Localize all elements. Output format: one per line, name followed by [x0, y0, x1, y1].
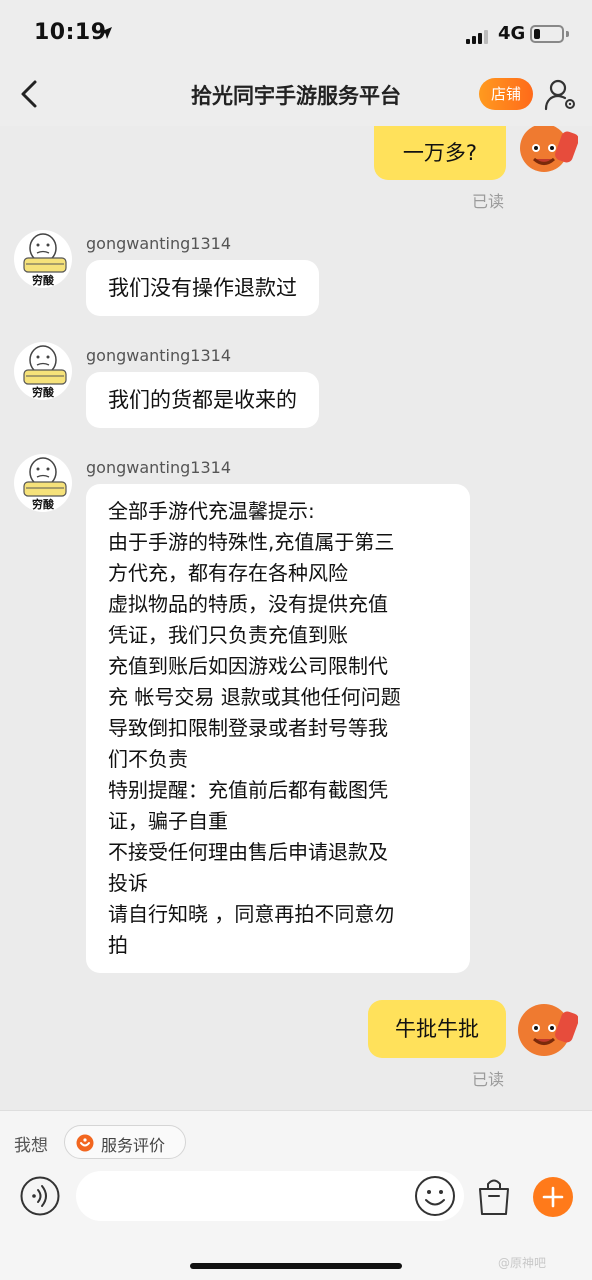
sender-name: gongwanting1314 — [86, 346, 232, 365]
notice-line: 特别提醒：充值前后都有截图凭 — [108, 778, 388, 802]
plus-icon — [542, 1186, 564, 1208]
notice-line: 不接受任何理由售后申请退款及 — [108, 840, 388, 864]
more-actions-button[interactable] — [533, 1177, 573, 1217]
back-icon[interactable] — [12, 76, 48, 112]
my-avatar[interactable] — [514, 126, 578, 186]
notice-line: 全部手游代充温馨提示: — [108, 499, 315, 523]
avatar-caption: 穷酸 — [32, 274, 54, 287]
location-arrow-icon — [100, 27, 112, 39]
message-row-incoming: 穷酸 gongwanting1314 全部手游代充温馨提示: 由于手游的特殊性,… — [0, 454, 592, 974]
incoming-notice-bubble[interactable]: 全部手游代充温馨提示: 由于手游的特殊性,充值属于第三 方代充，都有存在各种风险… — [86, 484, 470, 973]
battery-icon — [530, 25, 564, 43]
input-toolbar: 我想 服务评价 @原神吧 — [0, 1110, 592, 1280]
message-row-incoming: 穷酸 gongwanting1314 我们的货都是收来的 — [0, 342, 592, 442]
notice-line: 拍 — [108, 933, 128, 957]
sender-name: gongwanting1314 — [86, 458, 232, 477]
sender-name: gongwanting1314 — [86, 234, 232, 253]
nav-bar: 拾光同宇手游服务平台 店铺 — [0, 64, 592, 126]
sender-avatar[interactable]: 穷酸 — [14, 454, 72, 512]
notice-line: 们不负责 — [108, 747, 188, 771]
service-review-label: 服务评价 — [101, 1136, 166, 1155]
notice-line: 由于手游的特殊性,充值属于第三 — [108, 530, 395, 554]
message-row-incoming: 穷酸 gongwanting1314 我们没有操作退款过 — [0, 230, 592, 330]
sender-avatar[interactable]: 穷酸 — [14, 342, 72, 400]
cellular-signal-icon — [466, 28, 492, 44]
notice-line: 请自行知晓 ，同意再拍不同意勿 — [108, 902, 395, 926]
service-review-chip[interactable]: 服务评价 — [64, 1125, 186, 1159]
message-row-outgoing: 牛批牛批 已读 — [0, 1000, 592, 1100]
service-review-icon — [76, 1134, 94, 1152]
outgoing-bubble[interactable]: 一万多? — [374, 126, 506, 180]
quick-action-label: 我想 — [14, 1136, 48, 1156]
notice-line: 充 帐号交易 退款或其他任何问题 — [108, 685, 401, 709]
status-time: 10:19 — [34, 20, 107, 45]
sender-avatar[interactable]: 穷酸 — [14, 230, 72, 288]
notice-line: 虚拟物品的特质，没有提供充值 — [108, 592, 388, 616]
message-row-outgoing: 一万多? 已读 — [0, 126, 592, 216]
message-input[interactable] — [76, 1171, 464, 1221]
incoming-bubble[interactable]: 我们的货都是收来的 — [86, 372, 319, 428]
notice-line: 方代充，都有存在各种风险 — [108, 561, 348, 585]
read-status: 已读 — [472, 1070, 505, 1089]
status-bar: 10:19 4G — [0, 0, 592, 64]
notice-line: 证，骗子自重 — [108, 809, 228, 833]
page-title: 拾光同宇手游服务平台 — [191, 84, 401, 108]
read-status: 已读 — [472, 192, 505, 211]
shopping-bag-icon[interactable] — [474, 1175, 514, 1217]
emoji-icon[interactable] — [414, 1175, 456, 1217]
notice-line: 充值到账后如因游戏公司限制代 — [108, 654, 388, 678]
notice-line: 导致倒扣限制登录或者封号等我 — [108, 716, 388, 740]
outgoing-bubble[interactable]: 牛批牛批 — [368, 1000, 506, 1058]
home-indicator — [190, 1263, 402, 1269]
avatar-caption: 穷酸 — [32, 386, 54, 399]
incoming-bubble[interactable]: 我们没有操作退款过 — [86, 260, 319, 316]
voice-input-icon[interactable] — [20, 1176, 60, 1216]
battery-tip — [566, 31, 569, 37]
avatar-caption: 穷酸 — [32, 498, 54, 511]
my-avatar[interactable] — [514, 1000, 578, 1060]
notice-line: 投诉 — [108, 871, 148, 895]
shop-button[interactable]: 店铺 — [479, 78, 533, 110]
notice-line: 凭证，我们只负责充值到账 — [108, 623, 348, 647]
network-type: 4G — [498, 23, 526, 44]
chat-area[interactable]: 一万多? 已读 穷酸 gongwanting1314 我们没有操作退款过 穷酸 … — [0, 126, 592, 1110]
user-settings-icon[interactable] — [544, 78, 578, 112]
watermark: @原神吧 — [498, 1256, 547, 1270]
